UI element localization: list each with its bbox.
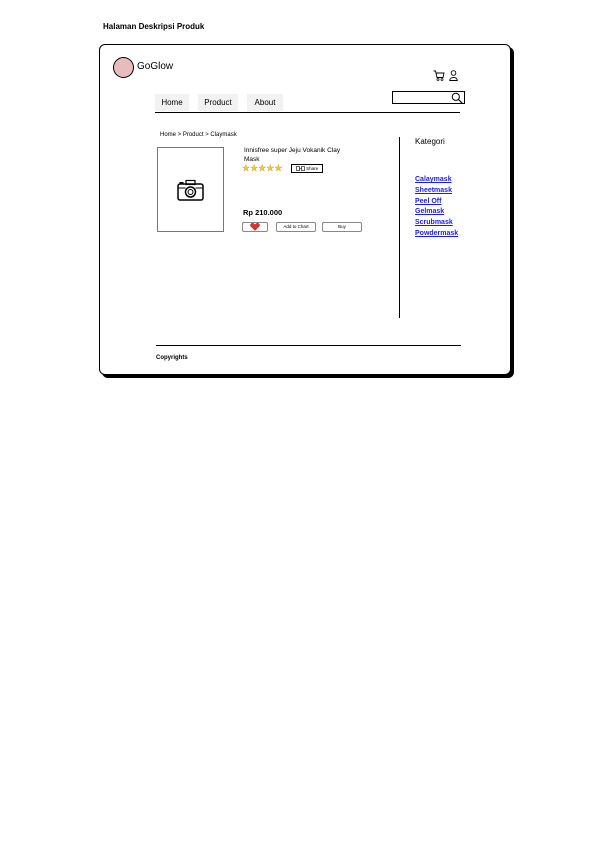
- nav-divider: [155, 112, 460, 113]
- star-icon: ★: [250, 163, 259, 173]
- add-to-cart-button[interactable]: Add to Chart: [276, 222, 316, 232]
- search-input[interactable]: [392, 91, 465, 104]
- star-icon: ★: [274, 163, 283, 173]
- share-button[interactable]: Share: [291, 164, 323, 173]
- category-link-calaymask[interactable]: Calaymask: [415, 175, 458, 186]
- page-title: Halaman Deskripsi Produk: [103, 22, 205, 31]
- search-icon[interactable]: [451, 92, 463, 104]
- buy-button[interactable]: Buy: [322, 222, 362, 232]
- category-link-sheetmask[interactable]: Sheetmask: [415, 186, 458, 197]
- logo-icon[interactable]: [113, 57, 134, 78]
- nav-about[interactable]: About: [247, 94, 283, 111]
- favorite-button[interactable]: [242, 222, 268, 232]
- cart-icon[interactable]: [433, 70, 445, 81]
- camera-icon: [177, 179, 204, 201]
- user-icon[interactable]: [449, 70, 458, 81]
- star-icon: ★: [242, 163, 251, 173]
- heart-icon: [250, 223, 260, 231]
- product-price: Rp 210.000: [243, 208, 283, 217]
- nav-home[interactable]: Home: [155, 94, 189, 111]
- breadcrumb[interactable]: Home > Product > Claymask: [160, 132, 237, 138]
- category-list: Calaymask Sheetmask Peel Off Gelmask Scr…: [415, 175, 458, 240]
- footer-divider: [156, 345, 461, 346]
- product-image[interactable]: [157, 147, 224, 232]
- rating-stars: ★ ★ ★ ★ ★: [242, 163, 283, 173]
- category-link-powdermask[interactable]: Powdermask: [415, 229, 458, 240]
- category-link-peel-off[interactable]: Peel Off: [415, 197, 458, 208]
- category-link-gelmask[interactable]: Gelmask: [415, 207, 458, 218]
- sidebar-divider: [399, 137, 400, 318]
- footer-copyright: Copyrights: [156, 355, 188, 361]
- product-name: Innisfree super Jeju Vokanik Clay Mask: [244, 147, 341, 163]
- share-icon: [296, 166, 305, 172]
- sidebar-title: Kategori: [415, 137, 445, 146]
- category-link-scrubmask[interactable]: Scrubmask: [415, 218, 458, 229]
- nav-product[interactable]: Product: [198, 94, 238, 111]
- share-label: Share: [306, 166, 319, 171]
- logo-text[interactable]: GoGlow: [137, 61, 173, 72]
